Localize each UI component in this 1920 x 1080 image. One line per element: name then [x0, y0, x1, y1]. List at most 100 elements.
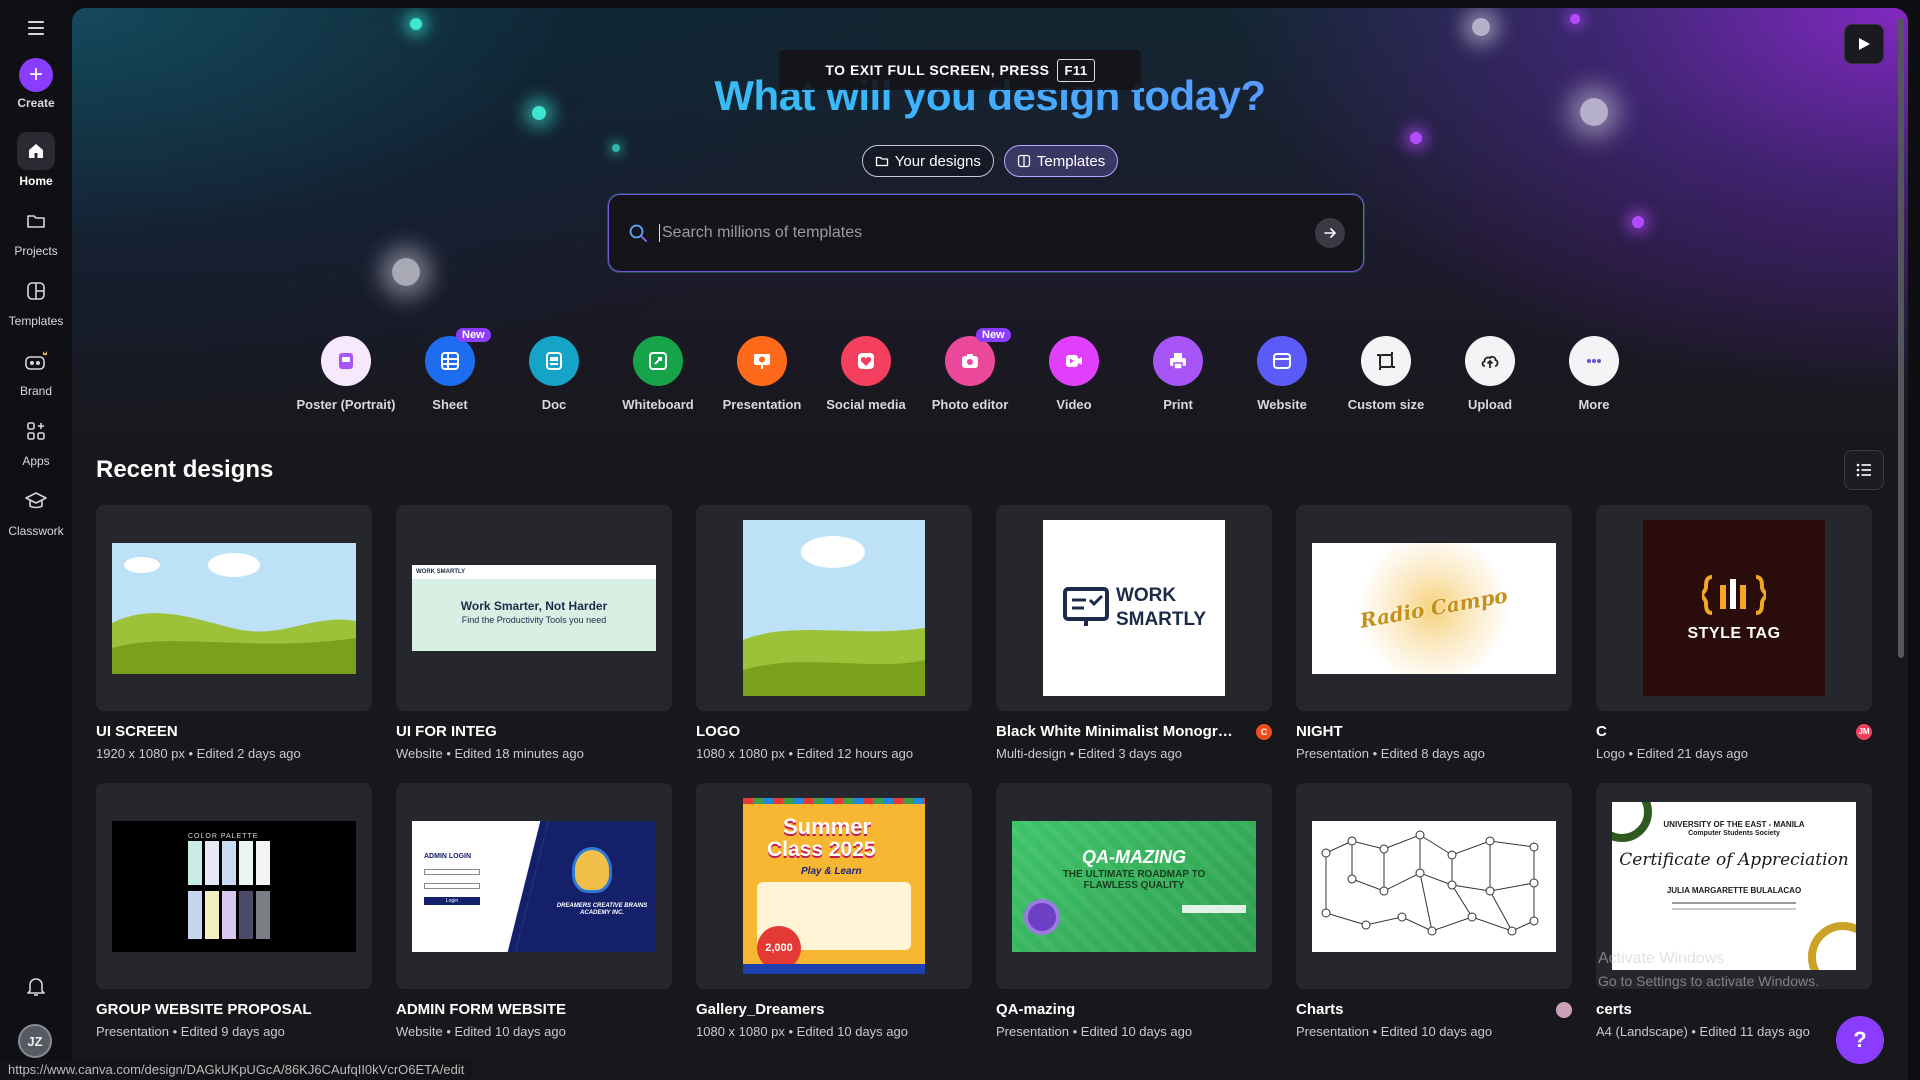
sidebar-item-label: Templates [8, 314, 64, 328]
quick-action-website[interactable]: Website [1230, 336, 1334, 412]
thumb-line1: WORK [1115, 585, 1177, 606]
quick-action-sheet[interactable]: New Sheet [398, 328, 502, 412]
sidebar-item-label: Brand [19, 384, 53, 398]
design-meta: Logo • Edited 21 days ago [1596, 746, 1749, 761]
poster-icon [321, 336, 371, 386]
quick-action-doc[interactable]: Doc [502, 336, 606, 412]
design-card[interactable]: UNIVERSITY OF THE EAST - MANILA Computer… [1596, 783, 1872, 1039]
tab-your-designs[interactable]: Your designs [861, 145, 994, 177]
sidebar-item-apps[interactable]: Apps [0, 412, 72, 468]
design-name: GROUP WEBSITE PROPOSAL [96, 1001, 312, 1018]
sidebar-item-home[interactable]: Home [0, 132, 72, 188]
classwork-icon [17, 482, 55, 520]
design-card[interactable]: STYLE TAG C JM Logo • Edited 21 days ago [1596, 505, 1872, 761]
design-name: NIGHT [1296, 723, 1343, 740]
design-card[interactable]: QA-MAZING THE ULTIMATE ROADMAP TO FLAWLE… [996, 783, 1272, 1039]
quick-action-custom-size[interactable]: Custom size [1334, 336, 1438, 412]
avatar[interactable]: JZ [18, 1024, 52, 1058]
sidebar-item-brand[interactable]: Brand [0, 342, 72, 398]
design-card[interactable]: WORK SMARTLY Work Smarter, Not Harder Fi… [396, 505, 672, 761]
design-thumbnail: Summer Class 2025 Play & Learn 2,000 [696, 783, 972, 989]
quick-actions: Poster (Portrait) New Sheet Doc Whiteboa… [294, 328, 1646, 412]
design-card[interactable]: LOGO 1080 x 1080 px • Edited 12 hours ag… [696, 505, 972, 761]
quick-action-whiteboard[interactable]: Whiteboard [606, 336, 710, 412]
quick-action-print[interactable]: Print [1126, 336, 1230, 412]
design-name-row: Charts [1296, 1001, 1572, 1018]
design-card[interactable]: COLOR PALETTE GROUP WEBSITE PROPOSAL Pre… [96, 783, 372, 1039]
tab-templates[interactable]: Templates [1003, 145, 1119, 177]
website-icon [1257, 336, 1307, 386]
sparkle-decoration [1472, 18, 1490, 36]
quick-action-more[interactable]: More [1542, 336, 1646, 412]
arrow-right-icon [1324, 228, 1336, 238]
monitor-icon [1062, 587, 1109, 626]
design-card[interactable]: ADMIN LOGIN Login DREAMERS CREATIVE BRAI… [396, 783, 672, 1039]
design-meta: Presentation • Edited 8 days ago [1296, 746, 1485, 761]
plus-icon: + [19, 58, 53, 92]
quick-action-poster[interactable]: Poster (Portrait) [294, 336, 398, 412]
design-card[interactable]: Radio Campo NIGHT Presentation • Edited … [1296, 505, 1572, 761]
search-input[interactable]: Search millions of templates [659, 224, 1315, 242]
design-card[interactable]: Summer Class 2025 Play & Learn 2,000 Gal… [696, 783, 972, 1039]
menu-icon[interactable] [24, 16, 48, 40]
search-icon [629, 224, 647, 242]
create-label: Create [17, 96, 55, 110]
status-url: https://www.canva.com/design/DAGkUKpUGcA… [0, 1060, 473, 1080]
design-meta: A4 (Landscape) • Edited 11 days ago [1596, 1024, 1810, 1039]
camera-icon [945, 336, 995, 386]
quick-action-photo-editor[interactable]: New Photo editor [918, 328, 1022, 412]
design-name-row: QA-mazing [996, 1001, 1272, 1018]
design-name: Black White Minimalist Monogram... [996, 723, 1236, 740]
thumb-school: DREAMERS CREATIVE BRAINS ACADEMY INC. [556, 902, 648, 916]
design-meta: 1920 x 1080 px • Edited 2 days ago [96, 746, 301, 761]
network-diagram-thumbnail [1312, 820, 1556, 952]
design-thumbnail [96, 505, 372, 711]
quick-action-label: Whiteboard [622, 397, 694, 412]
create-button[interactable]: + Create [0, 58, 72, 110]
design-name: UI SCREEN [96, 723, 178, 740]
bell-icon[interactable] [24, 974, 48, 1003]
design-meta: Website • Edited 18 minutes ago [396, 746, 584, 761]
sheet-icon [425, 336, 475, 386]
sidebar-item-label: Classwork [8, 524, 64, 538]
design-meta: Presentation • Edited 10 days ago [996, 1024, 1193, 1039]
quick-action-video[interactable]: Video [1022, 336, 1126, 412]
presentation-icon [737, 336, 787, 386]
apps-icon [17, 412, 55, 450]
quick-action-upload[interactable]: Upload [1438, 336, 1542, 412]
quick-action-label: More [1578, 397, 1610, 412]
design-name: ADMIN FORM WEBSITE [396, 1001, 566, 1018]
sidebar-item-templates[interactable]: Templates [0, 272, 72, 328]
design-card[interactable]: UI SCREEN 1920 x 1080 px • Edited 2 days… [96, 505, 372, 761]
section-title: Recent designs [96, 456, 274, 483]
search-submit-button[interactable] [1315, 218, 1345, 248]
sidebar-item-projects[interactable]: Projects [0, 202, 72, 258]
design-name-row: C JM [1596, 723, 1872, 740]
thumb-line2: SMARTLY [1115, 609, 1207, 630]
present-button[interactable] [1844, 24, 1884, 64]
design-name: Charts [1296, 1001, 1344, 1018]
design-meta: 1080 x 1080 px • Edited 12 hours ago [696, 746, 914, 761]
design-name-row: UI FOR INTEG [396, 723, 672, 740]
sidebar-item-label: Home [19, 174, 53, 188]
activation-watermark: Activate Windows Go to Settings to activ… [1598, 948, 1819, 992]
sidebar-item-classwork[interactable]: Classwork [0, 482, 72, 538]
sidebar-item-label: Apps [22, 454, 50, 468]
quick-action-social-media[interactable]: Social media [814, 336, 918, 412]
design-card[interactable]: Charts Presentation • Edited 10 days ago [1296, 783, 1572, 1039]
design-card[interactable]: WORK SMARTLY Black White Minimalist Mono… [996, 505, 1272, 761]
scrollbar[interactable] [1898, 18, 1904, 658]
search-bar[interactable]: Search millions of templates [608, 194, 1364, 272]
play-icon [1859, 38, 1870, 50]
thumb-heading: Work Smarter, Not Harder [460, 599, 608, 613]
thumb-title: ADMIN LOGIN [424, 852, 472, 860]
quick-action-label: Photo editor [931, 397, 1009, 412]
design-thumbnail [696, 505, 972, 711]
owner-avatar: JM [1856, 723, 1872, 740]
help-button[interactable]: ? [1836, 1016, 1884, 1064]
upload-icon [1465, 336, 1515, 386]
list-view-button[interactable] [1844, 450, 1884, 490]
quick-action-presentation[interactable]: Presentation [710, 336, 814, 412]
thumb-subheading: Find the Productivity Tools you need [461, 615, 607, 625]
quick-action-label: Website [1257, 397, 1307, 412]
